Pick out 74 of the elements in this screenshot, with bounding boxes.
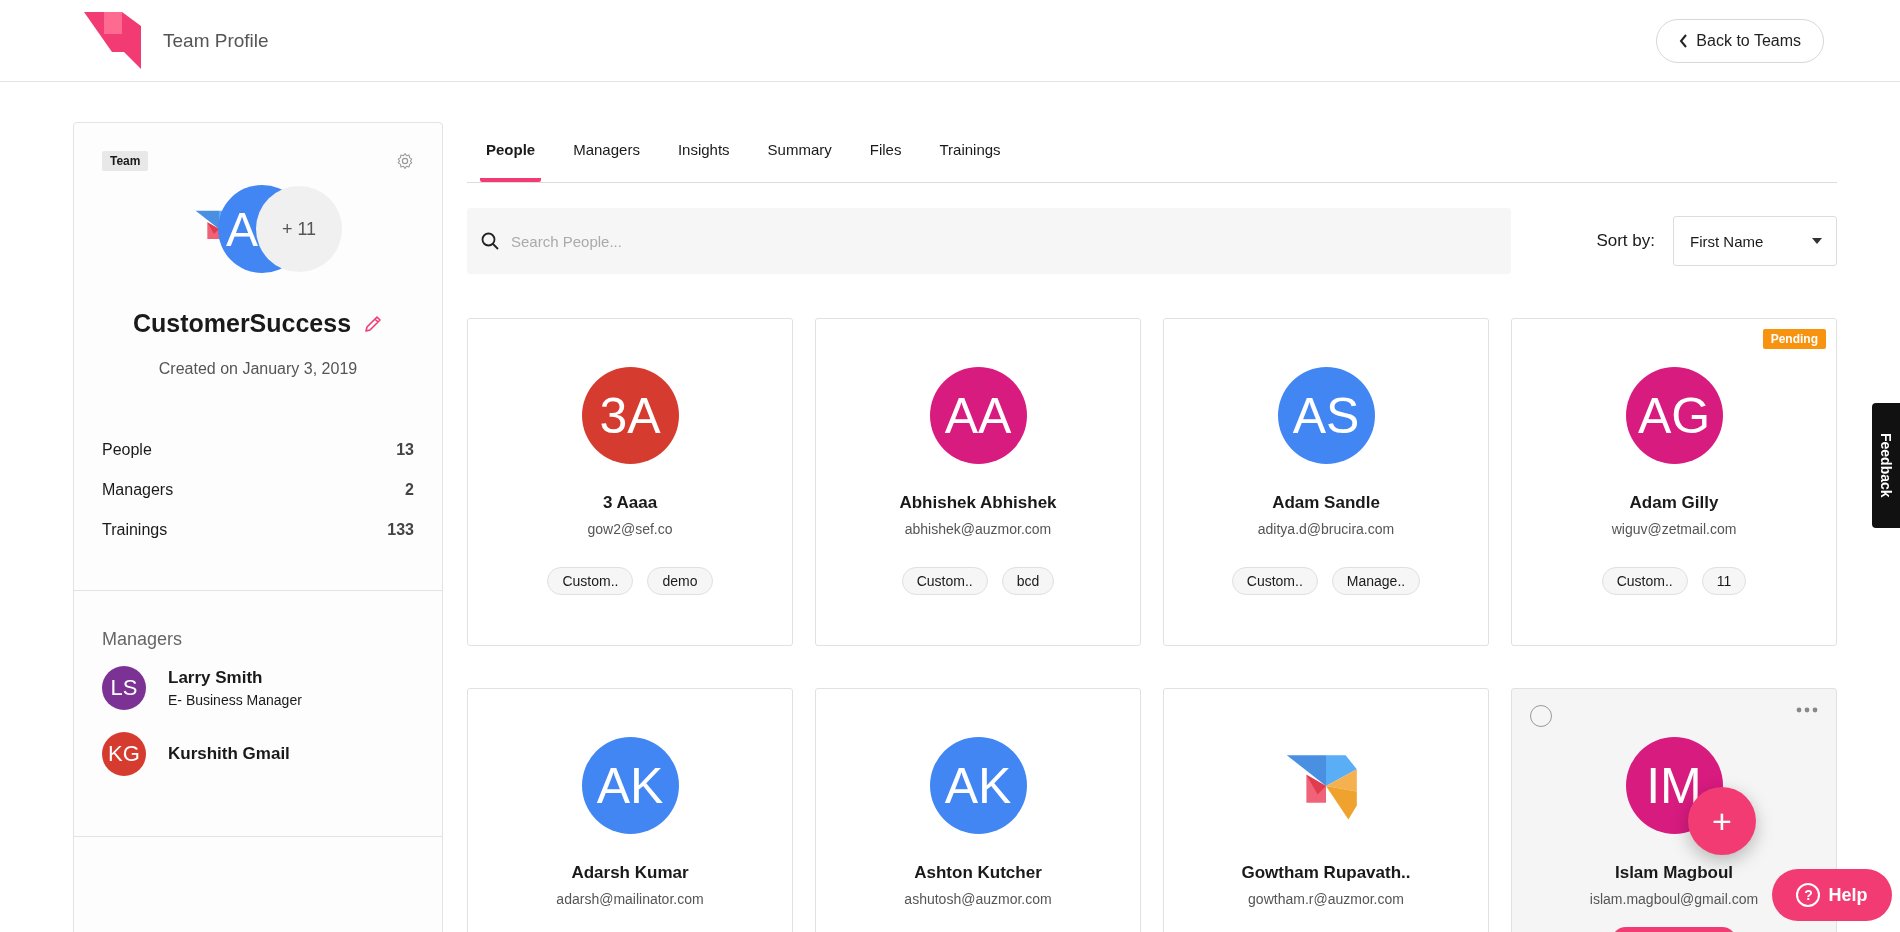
person-card[interactable]: AS Adam Sandle aditya.d@brucira.com Custom.. Manage.. xyxy=(1163,318,1489,646)
manager-avatar: KG xyxy=(102,732,146,776)
more-icon[interactable] xyxy=(1796,707,1818,713)
feedback-tab[interactable]: Feedback xyxy=(1872,403,1900,528)
section-title: Managers xyxy=(102,629,184,650)
person-card[interactable]: Gowtham Rupavath.. gowtham.r@auzmor.com xyxy=(1163,688,1489,932)
search-icon xyxy=(481,232,499,250)
tab[interactable]: Insights xyxy=(671,140,736,182)
manager-role: E- Business Manager xyxy=(168,692,302,708)
back-button[interactable]: Back to Teams xyxy=(1656,18,1824,63)
group-tag: Manage.. xyxy=(1331,567,1421,595)
group-tag: 11 xyxy=(1701,567,1747,595)
manager-avatar: LS xyxy=(102,666,146,710)
stat-value: 13 xyxy=(396,441,414,459)
person-avatar: AS xyxy=(1277,367,1375,464)
app-logo xyxy=(84,12,141,69)
group-tag: bcd xyxy=(1001,567,1055,595)
person-email: adarsh@mailinator.com xyxy=(556,891,704,907)
manager-name[interactable]: Larry Smith xyxy=(168,668,302,688)
person-email: gowtham.r@auzmor.com xyxy=(1248,891,1404,907)
group-tag: Custom.. xyxy=(547,567,634,595)
group-tag: Custom.. xyxy=(1231,567,1318,595)
sort-label: Sort by: xyxy=(1596,231,1655,251)
sort-dropdown[interactable]: First Name xyxy=(1673,216,1837,266)
group-tag: Custom.. xyxy=(901,567,988,595)
person-email: ashutosh@auzmor.com xyxy=(904,891,1052,907)
edit-icon[interactable] xyxy=(363,313,384,334)
person-card[interactable]: AA Abhishek Abhishek abhishek@auzmor.com Custom.. bcd xyxy=(815,318,1141,646)
group-tag: Custom.. xyxy=(1601,567,1688,595)
person-card[interactable]: AK Adarsh Kumar adarsh@mailinator.com xyxy=(467,688,793,932)
tab[interactable]: Files xyxy=(863,140,908,182)
stat-label: Managers xyxy=(102,481,174,499)
stat-label: People xyxy=(102,441,152,459)
person-card[interactable]: AK Ashton Kutcher ashutosh@auzmor.com xyxy=(815,688,1141,932)
person-avatar: AG xyxy=(1625,367,1723,464)
chevron-left-icon xyxy=(1679,33,1689,48)
help-button[interactable]: ? Help xyxy=(1772,869,1892,921)
person-avatar: 3A xyxy=(581,367,679,464)
stat-value: 2 xyxy=(405,481,414,499)
tab[interactable]: People xyxy=(480,140,542,182)
settings-icon[interactable] xyxy=(396,152,414,170)
tab[interactable]: Summary xyxy=(761,140,838,182)
person-card[interactable]: Pending AG Adam Gilly wiguv@zetmail.com Custom.. 11 xyxy=(1511,318,1837,646)
team-badge: Team xyxy=(102,151,149,171)
person-avatar: AA xyxy=(929,367,1027,464)
person-name: Abhishek Abhishek xyxy=(899,493,1057,513)
person-email: wiguv@zetmail.com xyxy=(1611,521,1737,537)
person-name: Adarsh Kumar xyxy=(571,863,689,883)
person-email: aditya.d@brucira.com xyxy=(1257,521,1395,537)
status-badge: Pending xyxy=(1762,329,1826,349)
manager-name[interactable]: Kurshith Gmail xyxy=(168,744,290,764)
person-name: Gowtham Rupavath.. xyxy=(1241,863,1411,883)
stat-value: 133 xyxy=(387,521,414,539)
team-name: CustomerSuccess xyxy=(132,309,352,338)
help-icon: ? xyxy=(1796,883,1821,907)
tab[interactable]: Trainings xyxy=(933,140,1007,182)
search-field[interactable]: Search People... xyxy=(467,208,1511,274)
person-name: 3 Aaaa xyxy=(602,493,658,513)
person-avatar: AK xyxy=(929,737,1027,834)
caret-icon xyxy=(1812,238,1822,244)
person-card[interactable]: 3A 3 Aaaa gow2@sef.co Custom.. demo xyxy=(467,318,793,646)
person-avatar: AK xyxy=(581,737,679,834)
person-name: Islam Magboul xyxy=(1614,863,1734,883)
created-date: Created on January 3, 2019 xyxy=(157,360,359,378)
person-email: gow2@sef.co xyxy=(587,521,673,537)
group-tag: demo xyxy=(647,567,713,595)
person-name: Adam Sandle xyxy=(1272,493,1380,513)
stat-label: Trainings xyxy=(102,521,168,539)
tab[interactable]: Managers xyxy=(567,140,646,182)
person-name: Ashton Kutcher xyxy=(914,863,1042,883)
person-email: islam.magboul@gmail.com xyxy=(1589,891,1759,907)
person-name: Adam Gilly xyxy=(1629,493,1719,513)
person-email: abhishek@auzmor.com xyxy=(904,521,1052,537)
page-title: Team Profile xyxy=(163,29,269,52)
